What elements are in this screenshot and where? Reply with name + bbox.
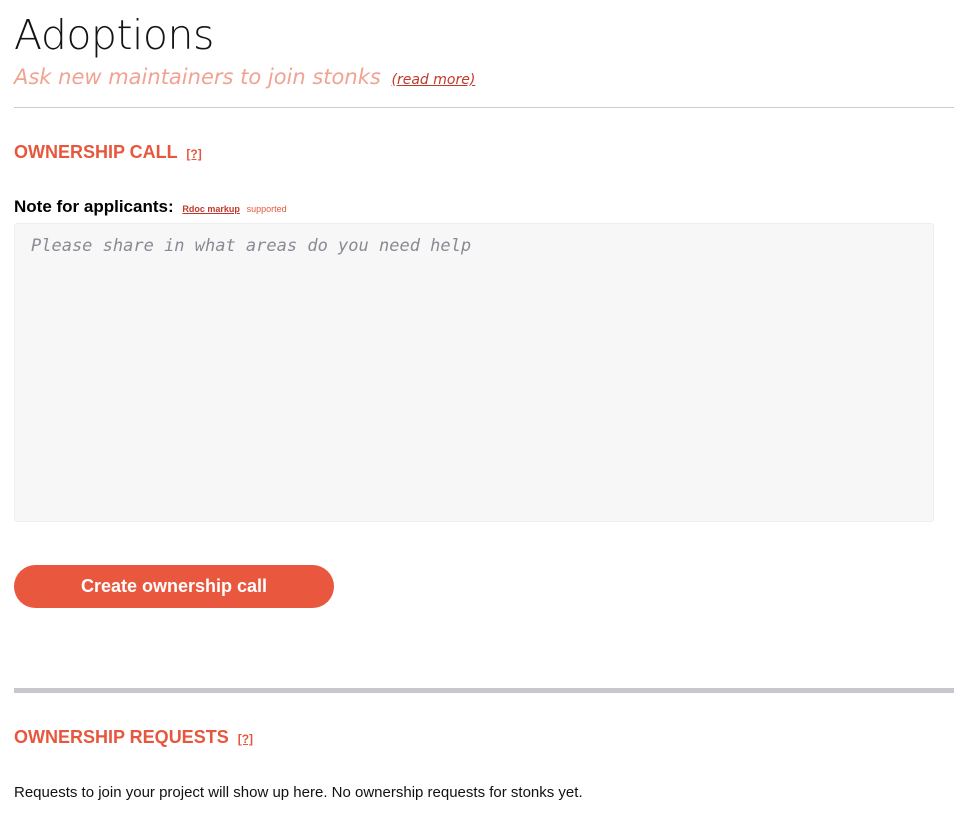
note-label: Note for applicants: <box>14 197 174 216</box>
ownership-requests-title: OWNERSHIP REQUESTS <box>14 727 229 747</box>
read-more-link[interactable]: (read more) <box>392 72 476 88</box>
supported-note: supported <box>246 204 287 214</box>
ownership-requests-heading: OWNERSHIP REQUESTS [?] <box>14 727 954 748</box>
ownership-call-form: Note for applicants: Rdoc markup support… <box>14 197 954 608</box>
note-label-row: Note for applicants: Rdoc markup support… <box>14 197 954 217</box>
rdoc-markup-link[interactable]: Rdoc markup <box>182 204 240 214</box>
header-divider <box>14 107 954 108</box>
adoptions-page: Adoptions Ask new maintainers to join st… <box>0 0 977 801</box>
page-subtitle: Ask new maintainers to join stonks <box>14 65 381 89</box>
create-ownership-call-button[interactable]: Create ownership call <box>14 565 334 608</box>
ownership-call-title: OWNERSHIP CALL <box>14 142 178 162</box>
section-divider <box>14 688 954 693</box>
page-title: Adoptions <box>14 11 214 59</box>
ownership-requests-empty-text: Requests to join your project will show … <box>14 784 583 801</box>
ownership-call-help-link[interactable]: [?] <box>186 147 201 161</box>
ownership-call-heading: OWNERSHIP CALL [?] <box>14 142 954 163</box>
ownership-requests-help-link[interactable]: [?] <box>238 732 253 746</box>
page-subtitle-row: Ask new maintainers to join stonks (read… <box>14 63 954 91</box>
note-textarea[interactable] <box>14 223 934 522</box>
